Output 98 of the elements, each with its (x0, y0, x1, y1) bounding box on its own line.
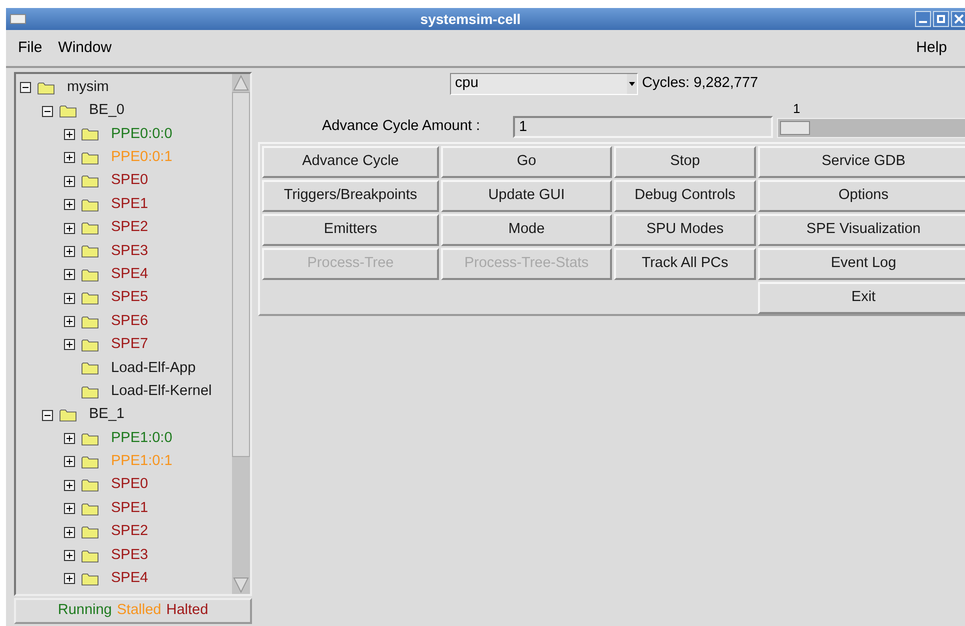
slider-thumb[interactable] (780, 121, 810, 135)
expand-icon[interactable] (64, 550, 75, 561)
tree-item[interactable]: mysim (67, 76, 109, 99)
collapse-icon[interactable] (42, 106, 53, 117)
expand-icon[interactable] (64, 480, 75, 491)
folder-icon (81, 525, 99, 540)
toolbar-button[interactable]: Advance Cycle (262, 146, 439, 178)
toolbar-button[interactable]: Event Log (758, 248, 965, 280)
toolbar-button[interactable]: Options (758, 180, 965, 212)
tree-item[interactable]: SPE3 (111, 544, 148, 566)
folder-icon (81, 174, 99, 188)
slider-value: 1 (792, 100, 802, 118)
tree-item[interactable]: SPE2 (111, 217, 148, 239)
tree-item[interactable]: SPE3 (111, 240, 148, 262)
folder-icon (81, 454, 99, 469)
folder-icon (81, 548, 99, 562)
folder-icon (59, 408, 77, 422)
tree-item[interactable]: SPE1 (111, 194, 148, 216)
expand-icon[interactable] (64, 269, 75, 280)
folder-icon (81, 150, 99, 165)
tree-item[interactable]: PPE0:0:0 (111, 124, 172, 146)
expand-icon[interactable] (64, 222, 75, 234)
toolbar-button[interactable]: SPU Modes (614, 214, 756, 246)
tree-item[interactable]: Load-Elf-Kernel (111, 380, 212, 403)
folder-icon (81, 572, 99, 586)
tree-item[interactable]: SPE0 (111, 474, 148, 496)
legend-label: Stalled (116, 601, 162, 620)
expand-icon[interactable] (64, 176, 75, 187)
toolbar-button[interactable]: Emitters (262, 214, 439, 246)
menu-item[interactable]: Window (58, 36, 112, 60)
cycle-amount-field[interactable]: 1 (513, 116, 773, 138)
toolbar-button[interactable]: Go (441, 146, 612, 178)
folder-icon (81, 432, 99, 446)
expand-icon[interactable] (64, 433, 75, 444)
tree-item[interactable]: PPE1:0:0 (111, 428, 172, 450)
expand-icon[interactable] (64, 526, 75, 538)
folder-icon (81, 244, 99, 258)
tree-item[interactable]: SPE1 (111, 498, 148, 520)
expand-icon[interactable] (64, 246, 75, 257)
toolbar-button[interactable]: Exit (758, 282, 965, 314)
folder-icon (81, 338, 99, 352)
folder-icon (81, 221, 99, 236)
close-icon (954, 14, 964, 24)
tree-item[interactable]: Load-Elf-App (111, 358, 196, 380)
tree-item[interactable]: SPE5 (111, 287, 148, 310)
folder-icon (81, 314, 99, 329)
folder-icon (81, 291, 99, 306)
folder-icon (81, 361, 99, 376)
toolbar-button[interactable]: Triggers/Breakpoints (262, 180, 439, 212)
maximize-button[interactable] (933, 11, 949, 27)
folder-icon (81, 127, 99, 142)
collapse-icon[interactable] (20, 82, 31, 94)
expand-icon[interactable] (64, 199, 75, 210)
tree-item[interactable]: BE_0 (89, 100, 124, 122)
tree-item[interactable]: SPE4 (111, 264, 148, 286)
window-title: systemsim-cell (419, 10, 522, 29)
minimize-button[interactable] (915, 11, 931, 27)
toolbar-button[interactable]: Track All PCs (614, 248, 756, 280)
expand-icon[interactable] (64, 128, 75, 140)
scroll-thumb[interactable] (232, 92, 250, 457)
scrollbar[interactable] (232, 74, 250, 594)
folder-icon (81, 268, 99, 282)
folder-icon (37, 80, 55, 95)
window-menu-icon[interactable] (10, 14, 26, 24)
collapse-icon[interactable] (42, 410, 53, 421)
legend-label: Running (58, 601, 112, 620)
menu-item[interactable]: Help (916, 36, 947, 60)
advance-cycle-label: Advance Cycle Amount : (321, 117, 481, 136)
toolbar-button[interactable]: SPE Visualization (758, 214, 965, 246)
toolbar-button[interactable]: Mode (441, 214, 612, 246)
toolbar-button[interactable]: Update GUI (441, 180, 612, 212)
toolbar-button[interactable]: Debug Controls (614, 180, 756, 212)
expand-icon[interactable] (64, 292, 75, 304)
tree-item[interactable]: SPE7 (111, 334, 148, 356)
tree-item[interactable]: SPE6 (111, 310, 148, 332)
slider-track[interactable] (777, 118, 965, 138)
folder-icon (81, 502, 99, 516)
tree-item[interactable]: BE_1 (89, 404, 124, 426)
cycles-label: Cycles: 9,282,777 (642, 74, 758, 94)
expand-icon[interactable] (64, 316, 75, 328)
folder-icon (81, 478, 99, 492)
tree-item[interactable]: SPE0 (111, 170, 148, 192)
folder-icon (81, 384, 99, 399)
folder-icon (81, 198, 99, 212)
expand-icon[interactable] (64, 503, 75, 514)
toolbar-button[interactable]: Stop (614, 146, 756, 178)
cpu-dropdown[interactable]: cpu (450, 73, 638, 95)
toolbar-button[interactable]: Service GDB (758, 146, 965, 178)
close-button[interactable] (951, 11, 965, 27)
expand-icon[interactable] (64, 573, 75, 584)
expand-icon[interactable] (64, 456, 75, 468)
expand-icon[interactable] (64, 152, 75, 164)
menu-item[interactable]: File (18, 36, 42, 60)
legend-label: Halted (166, 601, 208, 620)
expand-icon[interactable] (64, 339, 75, 350)
tree-item[interactable]: SPE4 (111, 568, 148, 590)
tree-item[interactable]: SPE2 (111, 521, 148, 543)
folder-icon (59, 104, 77, 118)
